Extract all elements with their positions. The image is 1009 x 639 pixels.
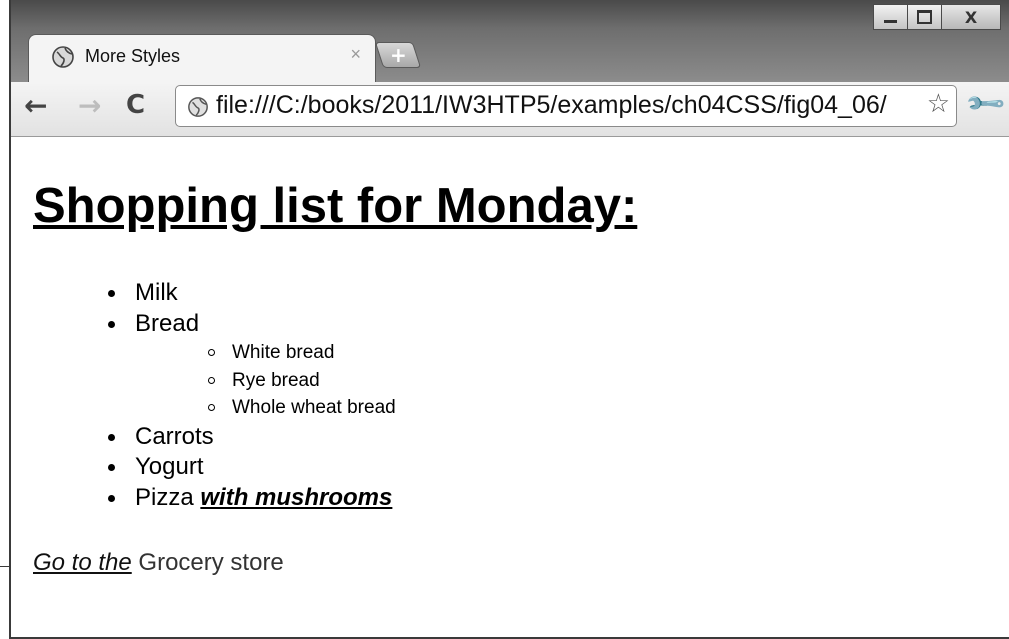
forward-arrow-icon[interactable]: →	[78, 89, 101, 122]
store-paragraph: Go to the Grocery store	[33, 549, 284, 577]
list-item-label: Pizza	[135, 483, 194, 511]
back-arrow-icon[interactable]: ←	[24, 89, 47, 122]
tab-title: More Styles	[85, 46, 181, 66]
bullet-icon	[108, 320, 115, 328]
tab-close-icon[interactable]: ×	[350, 44, 361, 65]
sublist-item-label: Whole wheat bread	[232, 397, 396, 418]
title-bar: X More Styles × +	[11, 0, 1009, 82]
store-text: Grocery store	[138, 549, 284, 576]
window-controls: X	[873, 4, 1001, 30]
store-link[interactable]: Go to the	[33, 549, 132, 576]
sublist-item-label: Rye bread	[232, 369, 320, 391]
minimize-button[interactable]	[873, 4, 908, 30]
browser-window: X More Styles × + ← → C file:///C:/books…	[9, 0, 1009, 639]
list-item-milk: Milk	[108, 278, 396, 309]
pizza-emphasis: with mushrooms	[200, 483, 393, 511]
shopping-list: Milk Bread White bread Rye bread Whole w…	[108, 278, 396, 514]
circle-bullet-icon	[208, 404, 215, 411]
bread-sublist: White bread Rye bread Whole wheat bread	[135, 339, 396, 422]
wrench-icon[interactable]: 🔧	[964, 82, 1008, 126]
page-content: Shopping list for Monday: Milk Bread Whi…	[11, 137, 1009, 637]
globe-icon	[188, 97, 208, 117]
sublist-item: Rye bread	[208, 367, 396, 395]
globe-icon	[52, 46, 74, 68]
address-bar[interactable]: file:///C:/books/2011/IW3HTP5/examples/c…	[175, 85, 957, 127]
new-tab-button[interactable]: +	[374, 42, 422, 68]
minimize-icon	[884, 19, 897, 23]
tab-more-styles[interactable]: More Styles ×	[28, 34, 376, 82]
bookmark-star-icon[interactable]: ☆	[927, 89, 950, 119]
maximize-icon	[917, 10, 932, 24]
list-item-label: Yogurt	[135, 453, 204, 480]
bullet-icon	[108, 290, 115, 297]
bullet-icon	[108, 494, 115, 502]
sublist-item-label: White bread	[232, 342, 335, 363]
list-item-yogurt: Yogurt	[108, 452, 396, 483]
bullet-icon	[108, 464, 115, 471]
list-item-bread: Bread White bread Rye bread Whole wheat …	[108, 309, 396, 422]
bullet-icon	[108, 433, 115, 441]
reload-icon[interactable]: C	[126, 90, 145, 120]
circle-bullet-icon	[208, 376, 215, 384]
sublist-item: Whole wheat bread	[208, 394, 396, 422]
close-icon: X	[964, 7, 978, 27]
sublist-item: White bread	[208, 339, 396, 367]
circle-bullet-icon	[208, 349, 215, 356]
close-window-button[interactable]: X	[941, 4, 1001, 30]
list-item-label: Bread	[135, 309, 200, 337]
list-item-carrots: Carrots	[108, 422, 396, 453]
maximize-button[interactable]	[907, 4, 942, 30]
url-text[interactable]: file:///C:/books/2011/IW3HTP5/examples/c…	[216, 91, 906, 120]
list-item-label: Milk	[135, 279, 178, 306]
list-item-label: Carrots	[135, 422, 214, 450]
page-heading: Shopping list for Monday:	[33, 179, 638, 233]
navigation-toolbar: ← → C file:///C:/books/2011/IW3HTP5/exam…	[11, 82, 1009, 137]
list-item-pizza: Pizza with mushrooms	[108, 483, 396, 514]
plus-icon: +	[389, 43, 407, 67]
